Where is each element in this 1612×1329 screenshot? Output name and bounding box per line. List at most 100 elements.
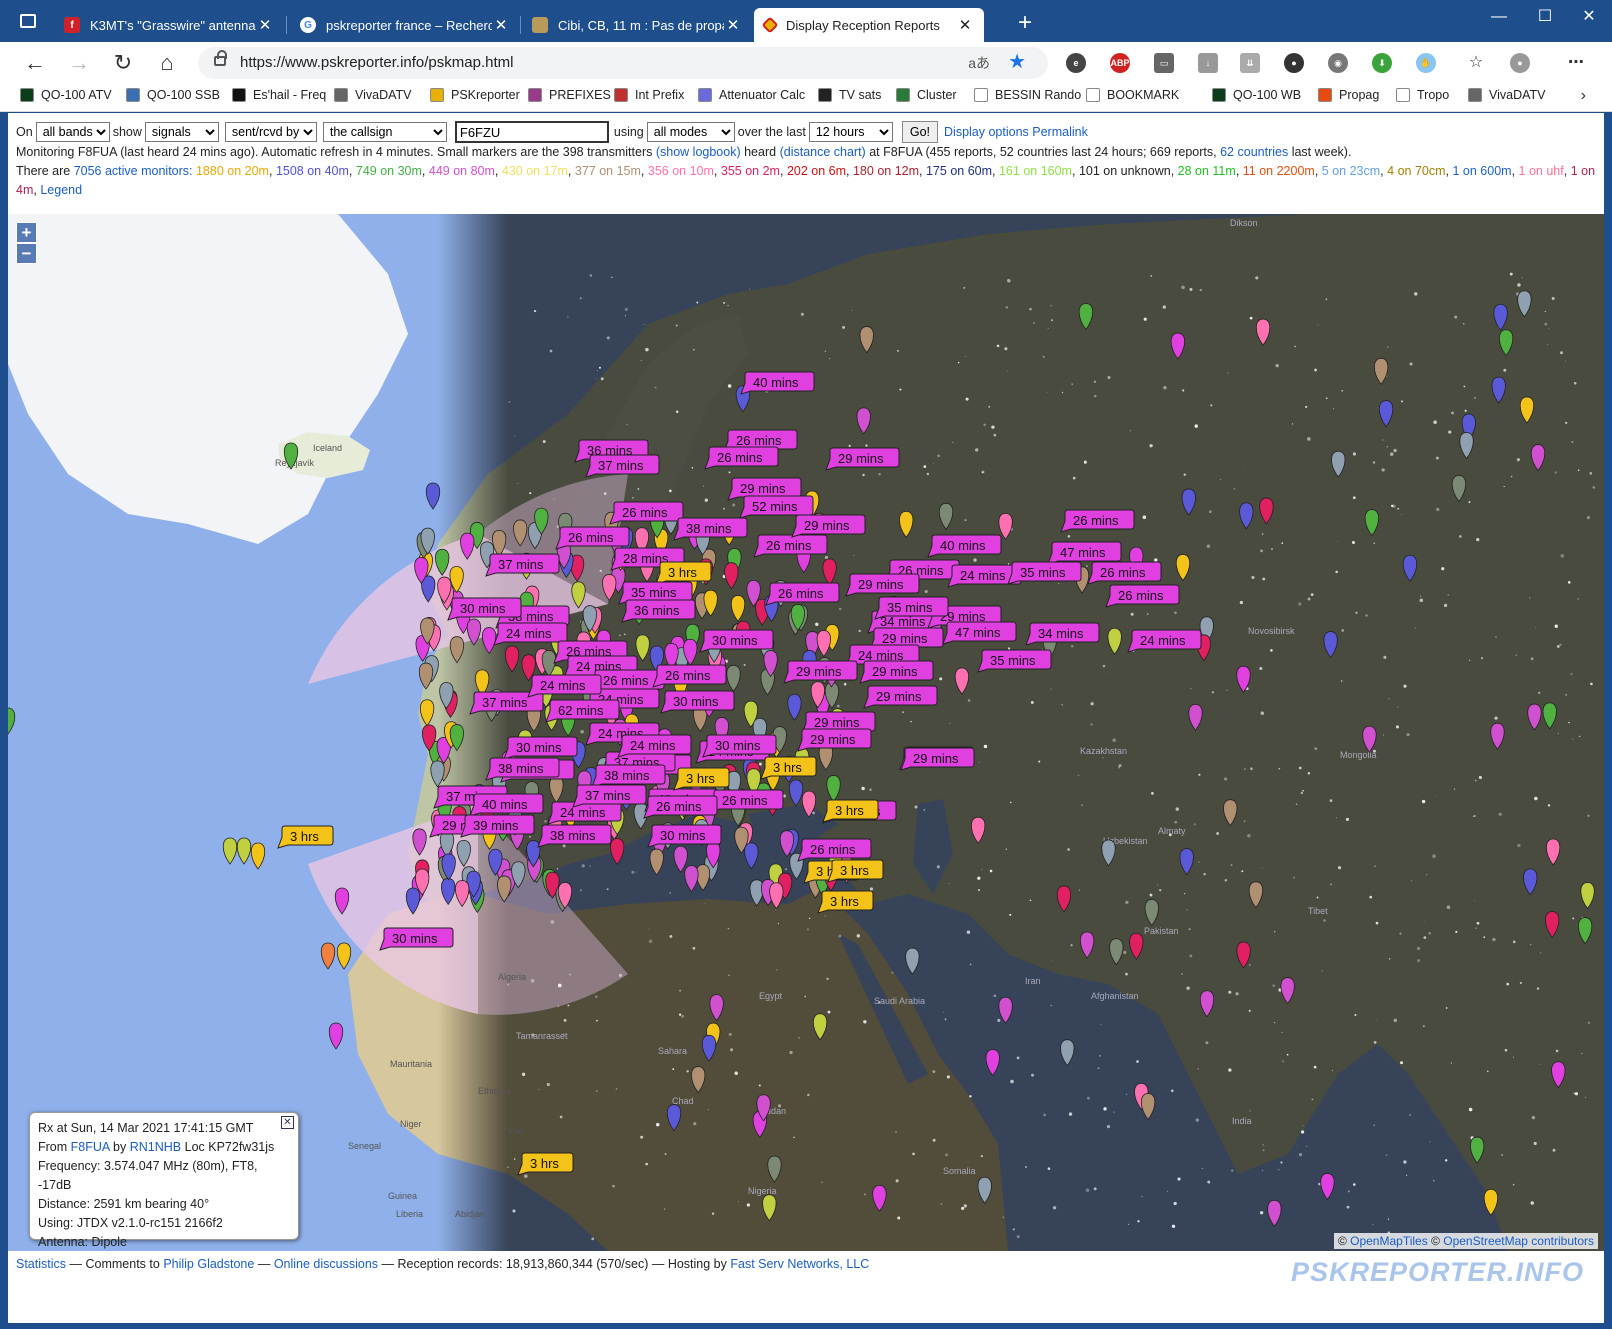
time-label[interactable]: 26 mins <box>1087 561 1162 585</box>
time-label[interactable]: 26 mins <box>753 534 828 558</box>
extension-icon[interactable]: e <box>1066 53 1086 73</box>
time-label[interactable]: 38 mins <box>485 757 560 781</box>
maximize-icon[interactable]: ☐ <box>1522 4 1568 30</box>
time-label[interactable]: 35 mins <box>874 596 949 620</box>
time-label[interactable]: 26 mins <box>643 795 718 819</box>
time-label[interactable]: 26 mins <box>652 664 727 688</box>
time-label[interactable]: 30 mins <box>660 690 735 714</box>
time-label[interactable]: 24 mins <box>1127 629 1202 653</box>
menu-dots-icon[interactable]: ⋯ <box>1566 53 1586 73</box>
time-label[interactable]: 37 mins <box>585 454 660 478</box>
time-label[interactable]: 39 mins <box>460 814 535 838</box>
time-label[interactable]: 24 mins <box>547 801 622 825</box>
active-monitors-link[interactable]: 7056 active monitors: <box>74 164 193 178</box>
callsign-input[interactable] <box>454 121 609 143</box>
time-label[interactable]: 37 mins <box>485 553 560 577</box>
go-button[interactable]: Go! <box>901 121 939 143</box>
display-options-link[interactable]: Display options <box>944 125 1029 139</box>
popup-close-icon[interactable]: ✕ <box>281 1116 294 1129</box>
bookmark-item[interactable]: QO-100 WB <box>1212 88 1301 102</box>
bookmark-item[interactable]: Propag <box>1318 88 1379 102</box>
new-tab-button[interactable]: + <box>1018 10 1032 36</box>
bookmark-item[interactable]: Attenuator Calc <box>698 88 805 102</box>
time-label[interactable]: 26 mins <box>1105 584 1180 608</box>
tab-1-close-icon[interactable]: ✕ <box>256 16 274 34</box>
show-logbook-link[interactable]: (show logbook) <box>656 145 741 159</box>
home-icon[interactable]: ⌂ <box>152 48 182 78</box>
time-label[interactable]: 3 hrs <box>277 825 334 849</box>
time-label[interactable]: 26 mins <box>704 446 779 470</box>
profile-avatar-icon[interactable]: ● <box>1510 53 1530 73</box>
time-label[interactable]: 29 mins <box>825 447 900 471</box>
time-label[interactable]: 35 mins <box>1007 561 1082 585</box>
target-select[interactable]: the callsign <box>322 122 447 142</box>
minimize-icon[interactable]: — <box>1476 4 1522 30</box>
time-label[interactable]: 40 mins <box>469 793 544 817</box>
time-label[interactable]: 24 mins <box>493 622 568 646</box>
popup-by-call-link[interactable]: RN1NHB <box>130 1140 181 1154</box>
openmaptiles-link[interactable]: OpenMapTiles <box>1350 1234 1428 1248</box>
forward-icon[interactable]: → <box>64 48 94 78</box>
url-text[interactable]: https://www.pskreporter.info/pskmap.html <box>240 54 513 71</box>
permalink-link[interactable]: Permalink <box>1032 125 1088 139</box>
time-label[interactable]: 26 mins <box>609 501 684 525</box>
time-label[interactable]: 29 mins <box>783 660 858 684</box>
popup-from-call-link[interactable]: F8FUA <box>71 1140 110 1154</box>
time-label[interactable]: 40 mins <box>740 371 815 395</box>
close-window-icon[interactable]: ✕ <box>1566 4 1612 30</box>
author-link[interactable]: Philip Gladstone <box>163 1257 254 1271</box>
tab-2-close-icon[interactable]: ✕ <box>492 16 510 34</box>
period-select[interactable]: 12 hours <box>808 122 893 142</box>
time-label[interactable]: 40 mins <box>927 534 1002 558</box>
time-label[interactable]: 3 hrs <box>822 799 879 823</box>
legend-link[interactable]: Legend <box>40 183 82 197</box>
green-download-icon[interactable]: ⬇ <box>1372 53 1392 73</box>
reception-map[interactable]: IcelandReykjavíkDiksonKazakhstanMongolia… <box>8 214 1604 1251</box>
hosting-link[interactable]: Fast Serv Networks, LLC <box>730 1257 869 1271</box>
bookmark-item[interactable]: QO-100 ATV <box>20 88 112 102</box>
map-canvas[interactable]: IcelandReykjavíkDiksonKazakhstanMongolia… <box>8 214 1604 1251</box>
band-select[interactable]: all bands <box>35 122 110 142</box>
time-label[interactable]: 34 mins <box>1025 622 1100 646</box>
adblock-icon[interactable]: ABP <box>1110 53 1130 73</box>
tab-3[interactable]: Cibi, CB, 11 m : Pas de propagati ✕ <box>522 8 752 42</box>
time-label[interactable]: 30 mins <box>503 736 578 760</box>
time-label[interactable]: 47 mins <box>1047 541 1122 565</box>
tab-4-active[interactable]: Display Reception Reports ✕ <box>754 8 984 42</box>
time-label[interactable]: 26 mins <box>797 838 872 862</box>
bookmark-item[interactable]: Es'hail - Freq <box>232 88 326 102</box>
time-label[interactable]: 47 mins <box>942 621 1017 645</box>
bookmark-star-icon[interactable]: ★ <box>1008 49 1026 74</box>
time-label[interactable]: 29 mins <box>791 514 866 538</box>
tab-4-close-icon[interactable]: ✕ <box>956 16 974 34</box>
bookmark-item[interactable]: BOOKMARK <box>1086 88 1179 102</box>
time-label[interactable]: 30 mins <box>447 597 522 621</box>
tab-1[interactable]: f K3MT's "Grasswire" antenna ✕ <box>54 8 284 42</box>
time-label[interactable]: 26 mins <box>709 789 784 813</box>
time-label[interactable]: 30 mins <box>702 734 777 758</box>
tab-2[interactable]: G pskreporter france – Recherche G ✕ <box>290 8 520 42</box>
film-icon[interactable]: ◉ <box>1328 53 1348 73</box>
lock-icon[interactable] <box>214 50 227 66</box>
online-discussions-link[interactable]: Online discussions <box>274 1257 378 1271</box>
address-bar[interactable]: https://www.pskreporter.info/pskmap.html… <box>198 47 1048 79</box>
time-label[interactable]: 29 mins <box>863 685 938 709</box>
direction-select[interactable]: sent/rcvd by <box>224 122 317 142</box>
bookmark-item[interactable]: VivaDATV <box>1468 88 1546 102</box>
time-label[interactable]: 3 hrs <box>517 1152 574 1176</box>
time-label[interactable]: 38 mins <box>537 824 612 848</box>
download-manager-icon[interactable]: ⇊ <box>1240 53 1260 73</box>
bookmarks-more-icon[interactable]: › <box>1581 87 1586 105</box>
time-label[interactable]: 26 mins <box>1060 509 1135 533</box>
time-label[interactable]: 38 mins <box>673 517 748 541</box>
time-label[interactable]: 30 mins <box>647 824 722 848</box>
window-menu-icon[interactable] <box>20 14 36 28</box>
time-label[interactable]: 37 mins <box>572 784 647 808</box>
statistics-link[interactable]: Statistics <box>16 1257 66 1271</box>
time-label[interactable]: 3 hrs <box>827 859 884 883</box>
binoculars-icon[interactable]: ● <box>1284 53 1304 73</box>
time-label[interactable]: 29 mins <box>845 573 920 597</box>
bookmark-item[interactable]: Int Prefix <box>614 88 684 102</box>
bookmark-item[interactable]: Cluster <box>896 88 957 102</box>
bookmark-item[interactable]: PSKreporter <box>430 88 520 102</box>
